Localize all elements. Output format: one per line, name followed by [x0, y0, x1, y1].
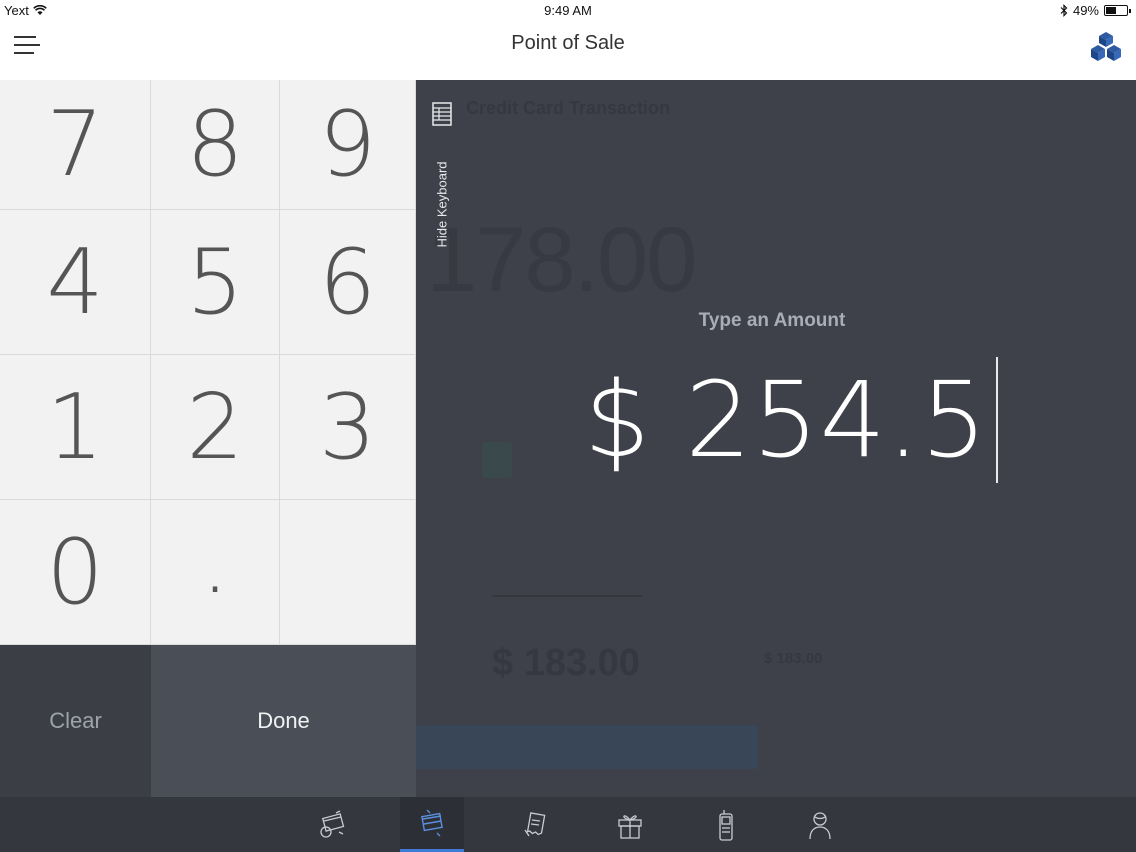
nav-bar: Point of Sale — [0, 22, 1136, 80]
battery-icon — [1104, 5, 1131, 16]
keyboard-icon — [432, 102, 452, 126]
key-4[interactable]: 4 — [0, 210, 151, 355]
key-8[interactable]: 8 — [151, 80, 280, 210]
amount-entry-overlay: Credit Card Transaction 178.00 $ 183.00 … — [416, 80, 1136, 797]
key-6[interactable]: 6 — [280, 210, 416, 355]
tab-mobile[interactable] — [694, 797, 758, 852]
tab-bar — [0, 797, 1136, 852]
hide-keyboard-label: Hide Keyboard — [434, 161, 450, 248]
status-bar: Yext 9:49 AM 49% — [0, 0, 1136, 22]
tab-card-swipe[interactable] — [300, 797, 364, 852]
key-2[interactable]: 2 — [151, 355, 280, 500]
background-divider — [492, 595, 642, 597]
page-title: Point of Sale — [511, 32, 625, 54]
card-transaction-icon — [421, 809, 443, 837]
key-empty — [280, 500, 416, 645]
mobile-device-icon — [719, 809, 733, 841]
key-3[interactable]: 3 — [280, 355, 416, 500]
tab-customer[interactable] — [788, 797, 852, 852]
done-button[interactable]: Done — [151, 645, 416, 797]
clear-button[interactable]: Clear — [0, 645, 151, 797]
customer-icon — [809, 811, 831, 839]
key-1[interactable]: 1 — [0, 355, 151, 500]
text-cursor — [995, 357, 998, 483]
key-0[interactable]: 0 — [0, 500, 151, 645]
tab-gift[interactable] — [598, 797, 662, 852]
battery-percent: 49% — [1072, 3, 1099, 18]
background-submit-button — [416, 725, 758, 769]
amount-prompt: Type an Amount — [698, 310, 846, 331]
receipt-icon — [524, 811, 546, 836]
status-time: 9:49 AM — [544, 3, 592, 18]
key-5[interactable]: 5 — [151, 210, 280, 355]
gift-icon — [618, 814, 642, 839]
tab-receipt[interactable] — [502, 797, 566, 852]
cubes-logo-icon — [1091, 32, 1121, 61]
card-swipe-icon — [320, 809, 345, 838]
tab-card-transaction[interactable] — [400, 797, 464, 852]
background-card-badge — [482, 442, 512, 478]
background-section-title: Credit Card Transaction — [466, 98, 671, 118]
hide-keyboard-button[interactable]: Hide Keyboard — [432, 102, 454, 248]
key-7[interactable]: 7 — [0, 80, 151, 210]
key-9[interactable]: 9 — [280, 80, 416, 210]
key-decimal[interactable]: . — [151, 500, 280, 645]
background-total-small: $ 183.00 — [764, 650, 823, 667]
amount-display[interactable]: $ 254.5 — [584, 357, 998, 483]
background-amount: 178.00 — [426, 209, 697, 311]
numeric-keypad: 7 8 9 4 5 6 1 2 3 0 . — [0, 80, 416, 645]
background-total: $ 183.00 — [492, 642, 640, 684]
bluetooth-icon — [1060, 4, 1068, 17]
amount-value: $ 254.5 — [584, 359, 988, 481]
